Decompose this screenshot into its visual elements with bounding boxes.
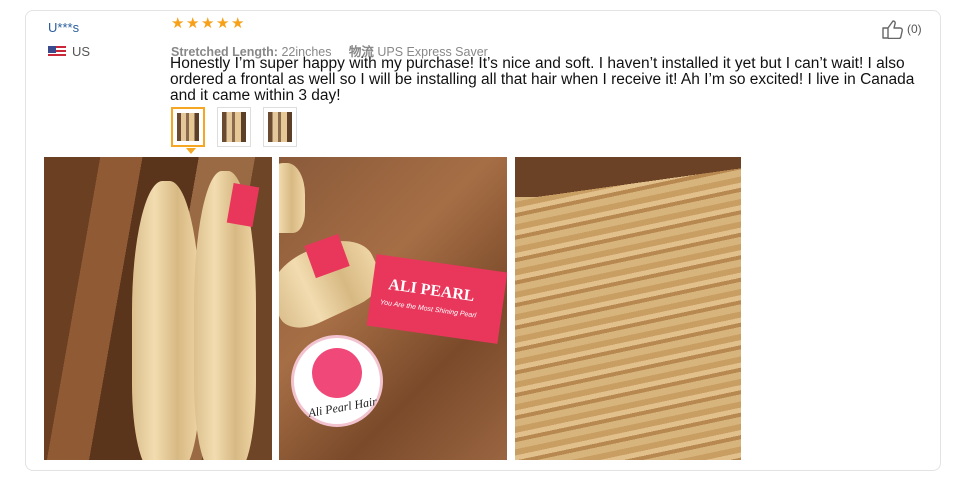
review-photo-1[interactable] — [44, 157, 272, 460]
hair-bundle-left — [132, 181, 200, 460]
wood-floor-strip — [515, 157, 741, 197]
helpful-count: (0) — [907, 22, 922, 36]
woman-silhouette-logo-icon — [312, 348, 362, 398]
hair-bundle-top — [279, 163, 305, 233]
brand-tag: ALI PEARL You Are the Most Shining Pearl — [366, 254, 507, 344]
reviewer-country: US — [48, 44, 90, 59]
thumbnail-1[interactable] — [171, 107, 205, 147]
photo-thumbnails — [171, 107, 297, 147]
active-thumbnail-caret-icon — [186, 148, 196, 154]
star-icon: ★ — [171, 15, 185, 32]
reviewer-name: U***s — [48, 20, 80, 35]
round-tag-text: Ali Pearl Hair — [307, 394, 378, 420]
thumbs-up-icon — [882, 20, 903, 39]
helpful-button[interactable]: (0) — [881, 19, 922, 39]
star-icon: ★ — [201, 15, 215, 32]
thumbnail-2[interactable] — [217, 107, 251, 147]
thumbnail-3[interactable] — [263, 107, 297, 147]
star-icon: ★ — [186, 15, 200, 32]
star-icon: ★ — [231, 15, 245, 32]
review-text: Honestly I’m super happy with my purchas… — [170, 55, 915, 104]
country-label: US — [72, 44, 91, 59]
round-brand-tag: Ali Pearl Hair — [291, 335, 383, 427]
rating-stars: ★ ★ ★ ★ ★ — [171, 15, 245, 32]
bundle-label-tag — [226, 183, 260, 227]
us-flag-icon — [48, 45, 66, 58]
star-icon: ★ — [216, 15, 230, 32]
review-photo-3[interactable] — [515, 157, 741, 460]
review-photo-2[interactable]: ALI PEARL You Are the Most Shining Pearl… — [279, 157, 507, 460]
